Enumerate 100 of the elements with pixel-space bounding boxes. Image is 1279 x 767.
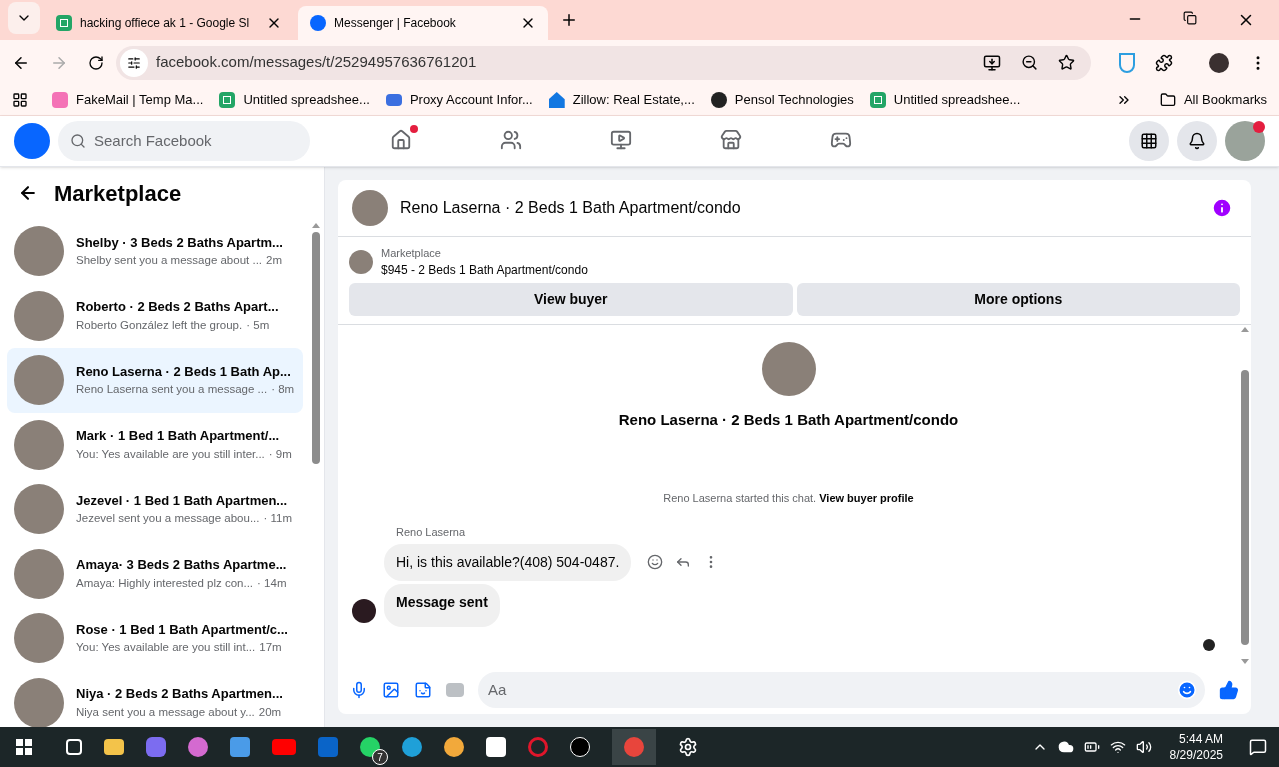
apps-icon[interactable]	[12, 92, 28, 108]
conversation-title: Jezevel · 1 Bed 1 Bath Apartmen...	[76, 491, 289, 510]
all-bookmarks-link[interactable]: All Bookmarks	[1183, 90, 1267, 110]
install-icon[interactable]	[983, 53, 1001, 72]
notification-count: 7	[372, 749, 388, 765]
conversation-item[interactable]: Mark · 1 Bed 1 Bath Apartment/... You: Yes available are you still inter... · 9m	[7, 412, 303, 477]
video-nav-icon[interactable]	[610, 129, 632, 151]
bookmark-link[interactable]: Zillow: Real Estate,...	[572, 90, 695, 110]
seen-avatar	[1203, 638, 1215, 651]
conversation-item[interactable]: Shelby · 3 Beds 2 Baths Apartm... Shelby sent you a message about ... 2m	[7, 219, 303, 284]
bookmark-link[interactable]: Untitled spreadshee...	[243, 90, 370, 110]
tab-title: hacking offiece ak 1 - Google Sl	[80, 15, 250, 32]
menu-button[interactable]	[1129, 121, 1169, 161]
grid-icon	[1140, 132, 1158, 150]
zoom-icon[interactable]	[1021, 54, 1038, 71]
action-button[interactable]: More options	[796, 283, 1240, 316]
photo-placeholder	[14, 484, 64, 535]
spreadsheet-icon	[869, 92, 886, 108]
restore-icon[interactable]	[1183, 11, 1197, 25]
photo-placeholder	[14, 677, 64, 727]
conversation-item[interactable]: Roberto · 2 Beds 2 Baths Apart... Roberto González left the group. · 5m	[7, 283, 303, 348]
conversation-title: Rose · 1 Bed 1 Bath Apartment/c...	[76, 620, 288, 639]
task-view-icon[interactable]	[66, 739, 82, 755]
message-time: · 9m	[268, 446, 292, 462]
circle-logo-icon	[710, 92, 727, 108]
message-time: · 14m	[257, 575, 287, 591]
avatar	[352, 598, 376, 623]
emoji-icon[interactable]	[1177, 680, 1197, 700]
back-icon[interactable]	[18, 183, 38, 203]
friends-nav-icon[interactable]	[500, 129, 522, 151]
conversation-item[interactable]: Amaya· 3 Beds 2 Baths Apartme... Amaya: Highly interested plz con... · 14m	[7, 541, 303, 606]
sidebar-title: Marketplace	[54, 179, 182, 208]
info-icon[interactable]	[1211, 197, 1233, 219]
photo-placeholder	[352, 190, 388, 226]
placeholder-text: Aa	[488, 679, 507, 700]
scroll-up-icon[interactable]	[312, 223, 320, 228]
reload-icon[interactable]	[88, 54, 104, 71]
message-preview: Roberto González left the group.	[76, 317, 243, 333]
profile-avatar[interactable]	[1209, 52, 1229, 73]
new-tab-icon[interactable]	[560, 11, 578, 29]
bookmark-link[interactable]: FakeMail | Temp Ma...	[76, 90, 204, 110]
scroll-up-icon[interactable]	[1241, 327, 1249, 332]
sticker-icon[interactable]	[414, 681, 432, 699]
conversation-item[interactable]: Reno Laserna · 2 Beds 1 Bath Ap... Reno Laserna sent you a message ... · 8m	[7, 348, 303, 413]
message-preview: You: Yes available are you still inter...	[76, 446, 265, 462]
message-time: · 11m	[263, 511, 293, 527]
conversation-item[interactable]: Niya · 2 Beds 2 Baths Apartmen... Niya sent you a message about y... 20m	[7, 670, 303, 727]
listing-label: Marketplace	[381, 246, 442, 261]
photo-placeholder	[14, 419, 64, 470]
house-icon	[548, 92, 565, 108]
message-preview: Niya sent you a message about y...	[76, 704, 255, 720]
photo-icon[interactable]	[382, 681, 400, 699]
message-bubble: Message sent	[384, 583, 500, 627]
volume-icon[interactable]	[1135, 739, 1152, 755]
site-settings-icon[interactable]	[127, 55, 141, 70]
like-icon[interactable]	[1219, 680, 1239, 700]
address-bar[interactable]: facebook.com/messages/t/25294957636761201	[116, 45, 1091, 80]
microphone-icon[interactable]	[350, 681, 368, 699]
conversation-title: Mark · 1 Bed 1 Bath Apartment/...	[76, 427, 281, 446]
browser-tab[interactable]: Messenger | Facebook	[298, 6, 548, 40]
photo-placeholder	[14, 548, 64, 599]
windows-start-icon[interactable]	[16, 739, 32, 755]
cloud-icon[interactable]	[1057, 739, 1074, 755]
clock-date[interactable]: 8/29/2025	[1169, 747, 1223, 763]
tab-search-button[interactable]	[8, 2, 40, 34]
bookmark-star-icon[interactable]	[1058, 54, 1075, 71]
photo-placeholder	[761, 342, 816, 396]
placeholder-text: Search Facebook	[94, 130, 212, 151]
wifi-icon[interactable]	[1109, 739, 1126, 755]
conversation-item[interactable]: Jezevel · 1 Bed 1 Bath Apartmen... Jezevel sent you a message abou... · 11m	[7, 477, 303, 542]
marketplace-nav-icon[interactable]	[720, 129, 742, 151]
conversation-item[interactable]: Rose · 1 Bed 1 Bath Apartment/c... You: Yes available are you still int... 17m	[7, 606, 303, 671]
extensions-icon[interactable]	[1155, 53, 1173, 72]
conversation-title: Roberto · 2 Beds 2 Baths Apart...	[76, 298, 279, 317]
notifications-icon[interactable]	[1249, 738, 1267, 756]
bookmark-link[interactable]: Pensol Technologies	[734, 90, 854, 110]
scroll-down-icon[interactable]	[1241, 659, 1249, 664]
shield-icon[interactable]	[1119, 52, 1135, 73]
profile-title: Reno Laserna · 2 Beds 1 Bath Apartment/condo	[618, 410, 959, 430]
bookmark-link[interactable]: Proxy Account Infor...	[409, 90, 533, 110]
scrollbar-thumb[interactable]	[312, 232, 320, 464]
browser-tab[interactable]: hacking offiece ak 1 - Google Sl	[44, 6, 294, 40]
conversation-title: Shelby · 3 Beds 2 Baths Apartm...	[76, 233, 283, 252]
message-preview: You: Yes available are you still int...	[76, 640, 256, 656]
react-icon[interactable]	[647, 554, 664, 570]
action-button[interactable]: View buyer	[349, 283, 793, 316]
search-field[interactable]: Search Facebook	[58, 121, 310, 161]
scrollbar-thumb[interactable]	[1241, 370, 1249, 645]
battery-icon[interactable]	[1083, 739, 1100, 755]
search-icon	[70, 133, 86, 149]
photo-placeholder	[14, 290, 64, 341]
settings-icon[interactable]	[678, 737, 698, 757]
clock-time[interactable]: 5:44 AM	[1178, 731, 1223, 747]
home-nav-icon[interactable]	[390, 129, 412, 151]
message-preview: Shelby sent you a message about ...	[76, 253, 263, 269]
message-time: 20m	[258, 704, 282, 720]
notifications-button[interactable]	[1177, 121, 1217, 161]
message-input[interactable]: Aa	[478, 672, 1205, 708]
bookmark-link[interactable]: Untitled spreadshee...	[893, 90, 1021, 110]
photo-placeholder	[14, 226, 64, 277]
